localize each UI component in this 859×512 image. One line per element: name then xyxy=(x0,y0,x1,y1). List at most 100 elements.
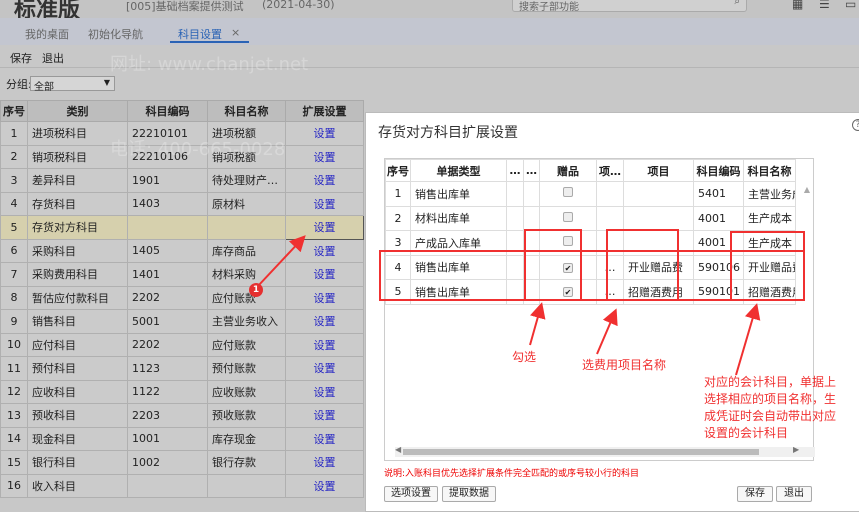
grid-row[interactable]: 1 销售出库单 5401 主营业务成本 xyxy=(385,181,796,207)
grid-cell[interactable] xyxy=(523,181,540,207)
grid-column-header[interactable]: 科目名称 xyxy=(743,159,796,182)
grid-cell[interactable] xyxy=(506,254,524,280)
table-row[interactable]: 13 预收科目 2203 预收账款 设置 xyxy=(0,403,364,428)
checkbox-checked-icon[interactable]: ✔ xyxy=(563,287,573,298)
scrollbar-thumb[interactable] xyxy=(403,449,759,455)
column-header[interactable]: 科目编码 xyxy=(127,100,208,122)
grid-column-header[interactable]: 科目编码 xyxy=(693,159,744,182)
settings-link[interactable]: 设置 xyxy=(285,168,364,193)
dialog-save-button[interactable]: 保存 xyxy=(737,486,773,502)
tab-desktop[interactable]: 我的桌面 xyxy=(25,26,69,42)
grid-column-header[interactable]: … xyxy=(523,159,540,182)
project-picker[interactable]: … xyxy=(596,254,624,280)
group-select[interactable]: 全部 ▼ xyxy=(30,76,115,93)
settings-link[interactable]: 设置 xyxy=(285,332,364,357)
checkbox-icon[interactable] xyxy=(563,187,573,198)
grid-cell[interactable] xyxy=(506,279,524,305)
settings-link[interactable]: 设置 xyxy=(285,121,364,146)
table-row[interactable]: 9 销售科目 5001 主营业务收入 设置 xyxy=(0,309,364,334)
grid-column-header[interactable]: 序号 xyxy=(385,159,411,182)
settings-link[interactable]: 设置 xyxy=(285,144,364,169)
grid-column-header[interactable]: 项… xyxy=(596,159,624,182)
grid-row[interactable]: 5 销售出库单 ✔ … 招赠酒费用 590101 招赠酒费用 xyxy=(385,279,796,305)
gift-checkbox[interactable]: ✔ xyxy=(539,279,597,305)
gift-checkbox[interactable] xyxy=(539,230,597,256)
save-button[interactable]: 保存 xyxy=(10,50,32,66)
scroll-up-icon[interactable]: ▲ xyxy=(804,185,810,194)
settings-link[interactable]: 设置 xyxy=(285,403,364,428)
account-name[interactable]: 招赠酒费用 xyxy=(743,279,796,305)
project-picker[interactable]: … xyxy=(596,279,624,305)
column-header[interactable]: 序号 xyxy=(0,100,28,122)
table-row[interactable]: 4 存货科目 1403 原材料 设置 xyxy=(0,191,364,216)
horizontal-scrollbar[interactable]: ◀ ▶ xyxy=(395,445,815,457)
tab-close-icon[interactable]: × xyxy=(231,26,240,39)
tab-init-guide[interactable]: 初始化导航 xyxy=(88,26,143,42)
project-name[interactable] xyxy=(623,181,694,207)
table-row[interactable]: 8 暂估应付款科目 2202 应付账款 设置 xyxy=(0,285,364,310)
document-type[interactable]: 销售出库单 xyxy=(410,279,507,305)
grid-column-header[interactable]: 项目 xyxy=(623,159,694,182)
grid-cell[interactable] xyxy=(523,205,540,231)
settings-link[interactable]: 设置 xyxy=(285,191,364,216)
gift-checkbox[interactable]: ✔ xyxy=(539,254,597,280)
grid-column-header[interactable]: 单据类型 xyxy=(410,159,507,182)
help-icon[interactable]: ? xyxy=(852,119,859,131)
message-icon[interactable]: ▭ xyxy=(845,0,856,11)
settings-link[interactable]: 设置 xyxy=(285,379,364,404)
grid-row[interactable]: 2 材料出库单 4001 生产成本 xyxy=(385,205,796,231)
column-header[interactable]: 科目名称 xyxy=(207,100,286,122)
account-code[interactable]: 4001 xyxy=(693,205,744,231)
scroll-right-icon[interactable]: ▶ xyxy=(793,445,799,454)
table-row[interactable]: 1 进项税科目 22210101 进项税额 设置 xyxy=(0,121,364,146)
table-row[interactable]: 3 差异科目 1901 待处理财产… 设置 xyxy=(0,168,364,193)
account-code[interactable]: 4001 xyxy=(693,230,744,256)
table-row[interactable]: 5 存货对方科目 设置 xyxy=(0,215,364,240)
project-name[interactable]: 开业赠品费 xyxy=(623,254,694,280)
table-row[interactable]: 10 应付科目 2202 应付账款 设置 xyxy=(0,332,364,357)
scroll-left-icon[interactable]: ◀ xyxy=(395,445,401,454)
settings-link[interactable]: 设置 xyxy=(285,238,364,263)
project-name[interactable] xyxy=(623,230,694,256)
account-name[interactable]: 生产成本 xyxy=(743,230,796,256)
table-row[interactable]: 12 应收科目 1122 应收账款 设置 xyxy=(0,379,364,404)
project-picker[interactable] xyxy=(596,230,624,256)
settings-link[interactable]: 设置 xyxy=(285,426,364,451)
grid-cell[interactable] xyxy=(506,230,524,256)
grid-icon[interactable]: ▦ xyxy=(792,0,803,11)
grid-row[interactable]: 3 产成品入库单 4001 生产成本 xyxy=(385,230,796,256)
account-code[interactable]: 5401 xyxy=(693,181,744,207)
project-picker[interactable] xyxy=(596,205,624,231)
gift-checkbox[interactable] xyxy=(539,205,597,231)
grid-column-header[interactable]: … xyxy=(506,159,524,182)
settings-link[interactable]: 设置 xyxy=(285,262,364,287)
account-code[interactable]: 590106 xyxy=(693,254,744,280)
settings-link[interactable]: 设置 xyxy=(285,473,364,498)
settings-link[interactable]: 设置 xyxy=(285,309,364,334)
account-code[interactable]: 590101 xyxy=(693,279,744,305)
search-icon[interactable]: ⌕ xyxy=(734,0,740,7)
account-name[interactable]: 生产成本 xyxy=(743,205,796,231)
document-type[interactable]: 材料出库单 xyxy=(410,205,507,231)
checkbox-checked-icon[interactable]: ✔ xyxy=(563,262,573,273)
table-row[interactable]: 16 收入科目 设置 xyxy=(0,473,364,498)
project-picker[interactable] xyxy=(596,181,624,207)
document-type[interactable]: 销售出库单 xyxy=(410,181,507,207)
table-row[interactable]: 7 采购费用科目 1401 材料采购 设置 xyxy=(0,262,364,287)
account-name[interactable]: 主营业务成本 xyxy=(743,181,796,207)
grid-cell[interactable] xyxy=(523,254,540,280)
checkbox-icon[interactable] xyxy=(563,211,573,222)
table-row[interactable]: 14 现金科目 1001 库存现金 设置 xyxy=(0,426,364,451)
grid-cell[interactable] xyxy=(523,230,540,256)
document-type[interactable]: 销售出库单 xyxy=(410,254,507,280)
document-type[interactable]: 产成品入库单 xyxy=(410,230,507,256)
dialog-exit-button[interactable]: 退出 xyxy=(776,486,812,502)
table-row[interactable]: 6 采购科目 1405 库存商品 设置 xyxy=(0,238,364,263)
search-input[interactable]: 搜索子部功能 ⌕ xyxy=(512,0,747,13)
settings-link[interactable]: 设置 xyxy=(285,285,364,310)
list-icon[interactable]: ☰ xyxy=(819,0,830,11)
project-name[interactable] xyxy=(623,205,694,231)
column-header[interactable]: 类别 xyxy=(27,100,128,122)
settings-link[interactable]: 设置 xyxy=(285,450,364,475)
settings-link[interactable]: 设置 xyxy=(285,215,364,240)
